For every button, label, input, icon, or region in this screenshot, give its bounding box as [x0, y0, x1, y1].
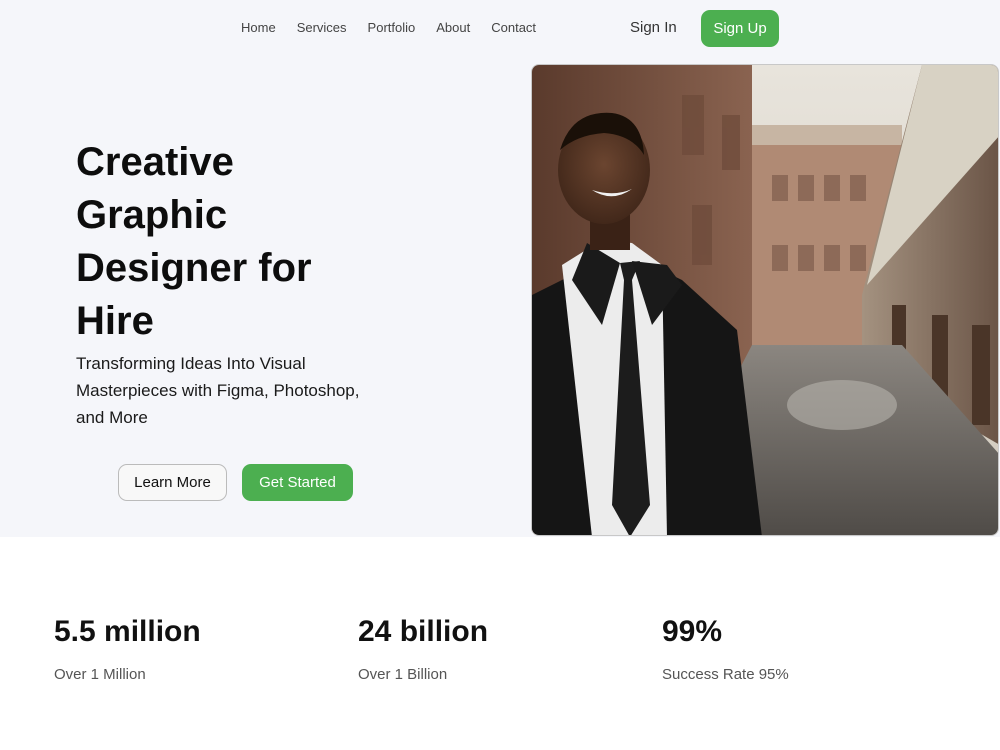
hero-title: Creative Graphic Designer for Hire: [76, 140, 312, 343]
nav-link-services[interactable]: Services: [297, 20, 347, 36]
nav-link-home[interactable]: Home: [241, 20, 276, 36]
stat-value: 24 billion: [358, 615, 489, 648]
hero-portrait-image: [531, 64, 999, 536]
get-started-button[interactable]: Get Started: [242, 464, 353, 501]
hero-subtitle: Transforming Ideas Into Visual Masterpie…: [76, 354, 360, 427]
stat-value: 99%: [662, 615, 723, 648]
sign-in-link[interactable]: Sign In: [630, 19, 677, 37]
stat-item: 24 billion Over 1 Billion: [358, 612, 488, 684]
stat-label: Success Rate 95%: [662, 666, 789, 683]
nav-link-portfolio[interactable]: Portfolio: [368, 20, 416, 36]
nav-link-about[interactable]: About: [436, 20, 470, 36]
portrait-illustration: [532, 65, 998, 535]
nav-links: Home Services Portfolio About Contact: [241, 20, 557, 36]
stat-label: Over 1 Million: [54, 666, 146, 683]
learn-more-button[interactable]: Learn More: [118, 464, 227, 501]
sign-up-button[interactable]: Sign Up: [701, 10, 779, 47]
stat-item: 5.5 million Over 1 Million: [54, 612, 201, 684]
stat-value: 5.5 million: [54, 615, 201, 648]
stat-item: 99% Success Rate 95%: [662, 612, 789, 684]
nav-link-contact[interactable]: Contact: [491, 20, 536, 36]
top-navigation: Home Services Portfolio About Contact Si…: [0, 0, 1000, 58]
stat-label: Over 1 Billion: [358, 666, 448, 683]
